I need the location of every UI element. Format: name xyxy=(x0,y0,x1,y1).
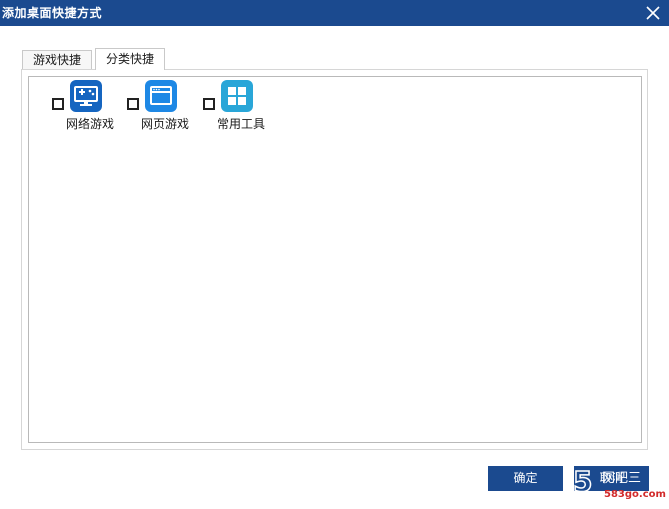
title-bar: 添加桌面快捷方式 xyxy=(0,0,669,26)
tab-game-shortcuts[interactable]: 游戏快捷 xyxy=(22,50,93,70)
online-games-checkbox[interactable] xyxy=(52,98,64,110)
shortcut-list: 网络游戏 网页游戏 常用工具 xyxy=(28,76,642,443)
window-title: 添加桌面快捷方式 xyxy=(2,6,103,20)
shortcut-item-common-tools[interactable]: 常用工具 xyxy=(203,77,283,137)
tab-strip: 游戏快捷 分类快捷 xyxy=(20,48,650,70)
shortcut-label: 网络游戏 xyxy=(65,117,114,131)
close-icon xyxy=(646,6,660,20)
close-button[interactable] xyxy=(643,3,663,23)
cancel-button[interactable]: 取消 xyxy=(574,466,649,491)
shortcut-label: 网页游戏 xyxy=(140,117,189,131)
tools-grid-icon xyxy=(221,80,253,112)
web-games-checkbox[interactable] xyxy=(127,98,139,110)
add-desktop-shortcut-dialog: 添加桌面快捷方式 游戏快捷 分类快捷 网络游戏 网页游戏 常用工具 确定 取消 … xyxy=(0,0,669,509)
tab-content-panel: 网络游戏 网页游戏 常用工具 xyxy=(21,69,648,450)
tab-category-shortcuts[interactable]: 分类快捷 xyxy=(95,48,166,70)
browser-window-icon xyxy=(145,80,177,112)
gamepad-monitor-icon xyxy=(70,80,102,112)
common-tools-checkbox[interactable] xyxy=(203,98,215,110)
shortcut-item-web-games[interactable]: 网页游戏 xyxy=(127,77,207,137)
shortcut-label: 常用工具 xyxy=(216,117,265,131)
shortcut-item-online-games[interactable]: 网络游戏 xyxy=(52,77,132,137)
ok-button[interactable]: 确定 xyxy=(488,466,563,491)
